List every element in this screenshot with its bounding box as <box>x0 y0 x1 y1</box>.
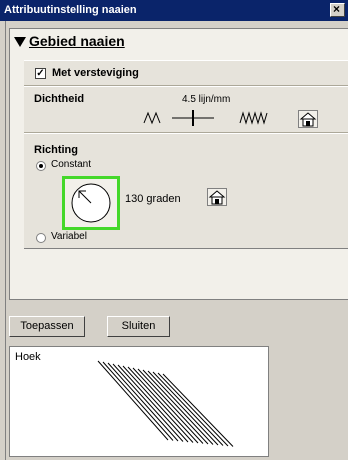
close-button[interactable]: × <box>330 2 345 17</box>
density-home-icon[interactable] <box>298 110 318 128</box>
stitch-line <box>137 368 209 445</box>
close-dialog-button[interactable]: Sluiten <box>107 316 170 337</box>
density-slider[interactable] <box>142 109 294 127</box>
section-title: Gebied naaien <box>29 33 125 49</box>
triangle-down-icon <box>14 37 26 48</box>
title-bar: Attribuutinstelling naaien × <box>0 0 348 21</box>
reinforce-row: ✓ Met versteviging <box>24 60 348 86</box>
reinforce-label: Met versteviging <box>52 67 139 79</box>
slider-thumb <box>192 110 194 126</box>
angle-value: 130 graden <box>125 193 181 205</box>
dial-icon[interactable] <box>65 179 117 227</box>
window-title: Attribuutinstelling naaien <box>4 4 137 16</box>
close-icon: × <box>333 2 341 16</box>
stitch-line <box>142 369 214 445</box>
settings-panel: Gebied naaien ✓ Met versteviging Dichthe… <box>9 28 348 300</box>
direction-label: Richting <box>34 144 78 156</box>
density-value: 4.5 lijn/mm <box>182 94 231 105</box>
variable-radio[interactable] <box>36 233 46 243</box>
window-left-edge <box>0 21 6 460</box>
low-density-icon <box>143 111 161 125</box>
density-label: Dichtheid <box>34 93 85 105</box>
constant-label: Constant <box>51 159 92 170</box>
high-density-icon <box>239 111 268 125</box>
constant-radio[interactable] <box>36 161 46 171</box>
reinforce-checkbox[interactable]: ✓ <box>35 68 46 79</box>
stitch-lines <box>97 360 234 447</box>
angle-dial-highlight <box>62 176 120 230</box>
direction-home-icon[interactable] <box>207 188 227 206</box>
density-row: Dichtheid 4.5 lijn/mm <box>24 86 348 133</box>
apply-button[interactable]: Toepassen <box>9 316 85 337</box>
stitch-line <box>147 370 219 446</box>
variable-label: Variabel <box>51 231 87 242</box>
stitch-preview: Hoek <box>9 346 269 457</box>
section-header[interactable]: Gebied naaien <box>14 33 125 49</box>
